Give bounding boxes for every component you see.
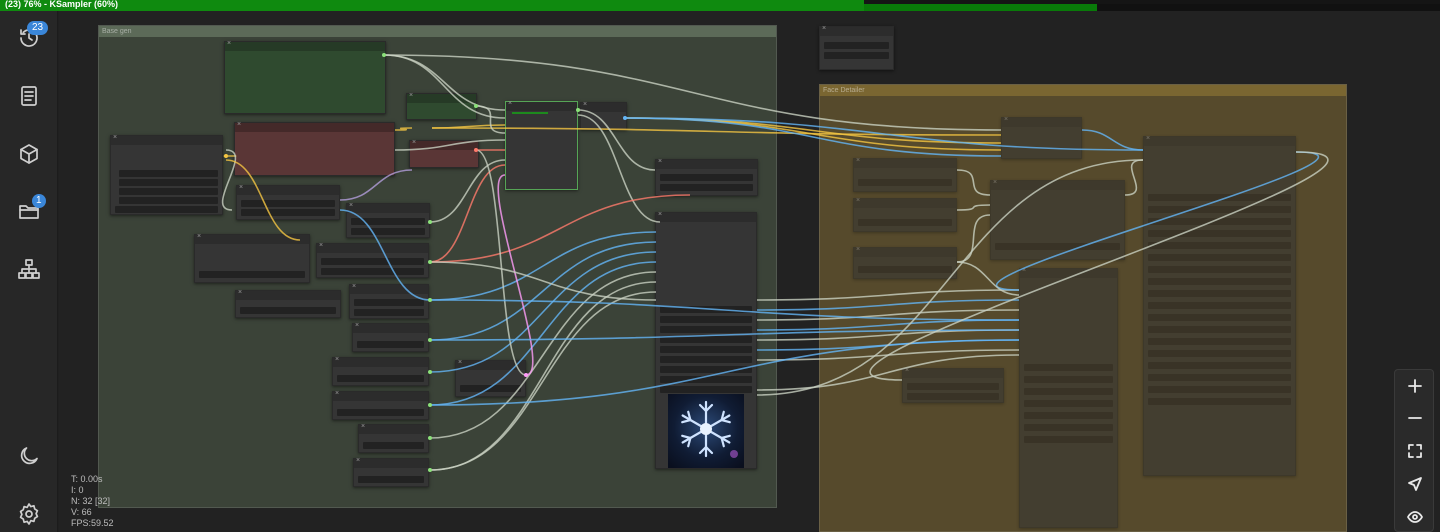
graph-node[interactable] (236, 184, 340, 220)
stat-fps: FPS:59.52 (71, 518, 114, 528)
stat-time: T: 0.00s (71, 474, 103, 484)
graph-node[interactable] (316, 242, 429, 278)
theme-toggle-icon (20, 447, 38, 465)
graph-node[interactable] (902, 367, 1004, 403)
canvas-controls (1394, 369, 1434, 532)
overall-progress-fill (0, 0, 864, 11)
progress-label: (23) 76% - KSampler (60%) (5, 0, 119, 9)
graph-node[interactable] (332, 390, 429, 420)
stat-i: I: 0 (71, 485, 84, 495)
image-preview (668, 394, 744, 468)
theme-toggle-button[interactable] (14, 441, 44, 471)
node-library-icon (21, 86, 37, 106)
stat-nodes: N: 32 [32] (71, 496, 111, 506)
graph-node[interactable] (455, 359, 526, 397)
fit-view-icon (1408, 444, 1422, 458)
zoom-out-button[interactable] (1401, 405, 1429, 431)
graph-node[interactable] (234, 121, 395, 176)
zoom-in-button[interactable] (1401, 373, 1429, 399)
progress-bar: (23) 76% - KSampler (60%) (0, 0, 1440, 11)
graph-node[interactable] (349, 283, 429, 319)
graph-node[interactable] (1001, 116, 1082, 159)
graph-node[interactable] (224, 40, 386, 114)
graph-node[interactable] (358, 423, 429, 453)
node-map-icon (18, 259, 40, 279)
zoom-in-icon (1408, 379, 1422, 393)
graph-node[interactable] (655, 158, 758, 196)
toggle-links-icon (1407, 511, 1423, 523)
workflows-count-badge: 1 (32, 194, 46, 208)
graph-node[interactable] (110, 134, 223, 215)
graph-node[interactable] (235, 289, 341, 318)
graph-node[interactable] (332, 356, 429, 386)
queue-count-badge: 23 (27, 21, 49, 35)
graph-node[interactable] (352, 322, 429, 352)
settings-icon (19, 503, 39, 525)
graph-node[interactable] (406, 92, 477, 120)
ksampler-node[interactable] (505, 100, 578, 190)
graph-node[interactable] (1019, 267, 1118, 528)
model-library-button[interactable] (14, 139, 44, 169)
sidebar: 23 1 (0, 11, 58, 532)
stat-visible: V: 66 (71, 507, 92, 517)
node-map-button[interactable] (14, 254, 44, 284)
settings-button[interactable] (14, 499, 44, 529)
model-library-icon (20, 144, 38, 164)
graph-node[interactable] (990, 179, 1125, 260)
locate-button[interactable] (1401, 471, 1429, 497)
graph-node[interactable] (409, 139, 479, 168)
graph-node[interactable] (853, 197, 957, 232)
graph-node[interactable] (580, 101, 627, 130)
group-title: Base gen (99, 26, 776, 37)
step-progress-fill (864, 4, 1097, 11)
graph-node[interactable] (819, 25, 894, 70)
group-title: Face Detailer (820, 85, 1346, 96)
fit-view-button[interactable] (1401, 438, 1429, 464)
graph-node[interactable] (194, 233, 310, 283)
graph-node[interactable] (853, 246, 957, 279)
graph-node[interactable] (353, 457, 429, 487)
graph-node[interactable] (853, 157, 957, 192)
render-stats: T: 0.00s I: 0 N: 32 [32] V: 66 FPS:59.52 (71, 474, 114, 529)
face-detailer-node[interactable] (1143, 135, 1296, 476)
comfy-app: (23) 76% - KSampler (60%) 23 1 Base gen … (0, 0, 1440, 532)
graph-node[interactable] (346, 202, 430, 238)
toggle-links-button[interactable] (1401, 504, 1429, 530)
locate-icon (1408, 477, 1422, 491)
node-library-button[interactable] (14, 81, 44, 111)
zoom-out-icon (1408, 417, 1422, 419)
